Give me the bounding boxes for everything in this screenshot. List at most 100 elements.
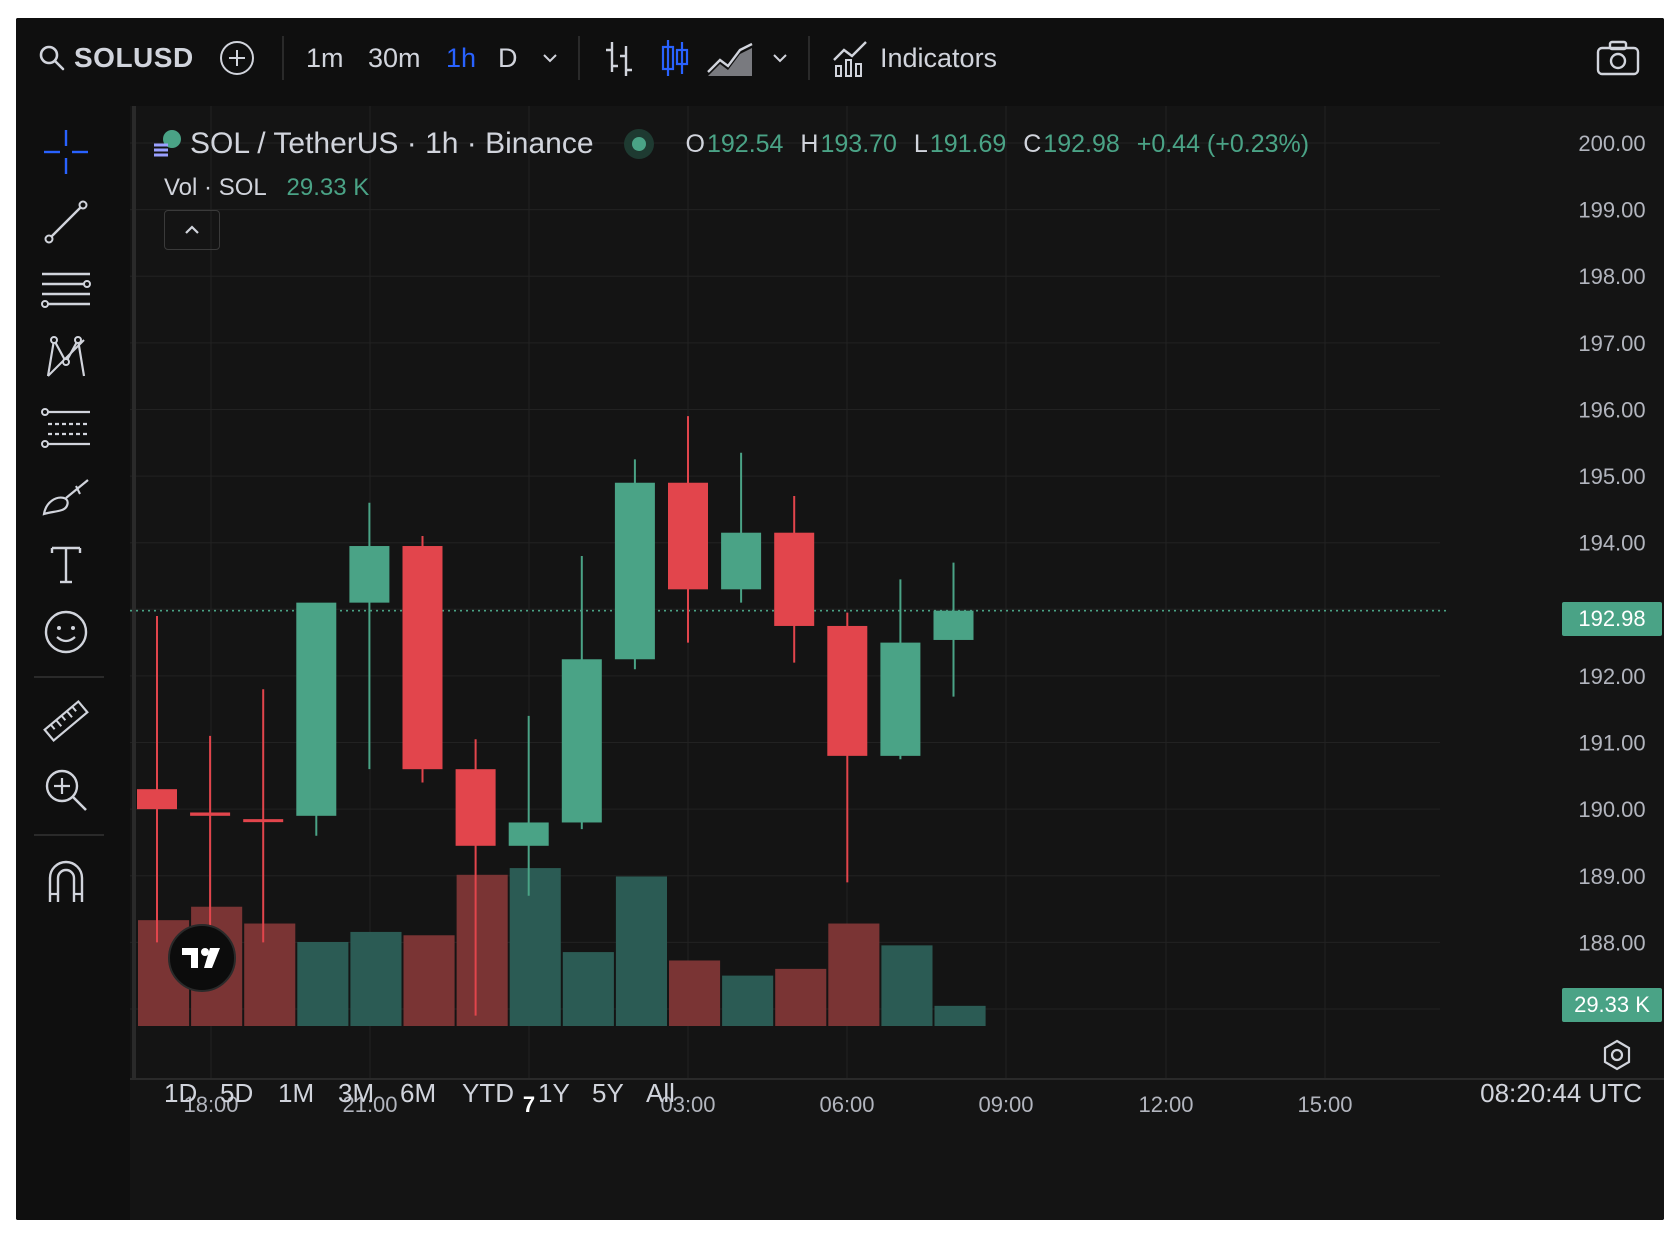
tradingview-logo[interactable]	[168, 924, 236, 992]
time-tick-label: 7	[523, 1092, 535, 1117]
low-value: 191.69	[929, 129, 1007, 158]
low-key: L	[913, 129, 928, 158]
range-6m[interactable]: 6M	[400, 1078, 436, 1109]
volume-bar	[509, 868, 561, 1026]
magnet-icon	[48, 860, 84, 902]
pattern-tool[interactable]	[40, 332, 92, 384]
range-1d[interactable]: 1D	[164, 1078, 197, 1109]
price-tick-label: 194.00	[1578, 531, 1645, 556]
chevron-down-icon	[543, 54, 557, 63]
status-dot-icon	[631, 137, 646, 151]
indicators-icon	[833, 41, 867, 77]
range-1y[interactable]: 1Y	[538, 1078, 570, 1109]
candle-body[interactable]	[402, 546, 443, 770]
price-tick-label: 191.00	[1578, 731, 1645, 756]
candle-body[interactable]	[933, 610, 974, 640]
range-5y[interactable]: 5Y	[592, 1078, 624, 1109]
symbol-legend: SOL / TetherUS · 1h · Binance O192.54 H1…	[150, 122, 1309, 166]
fib-retracement-tool[interactable]	[40, 264, 92, 316]
candle-body[interactable]	[561, 659, 602, 823]
zoom-tool[interactable]	[40, 764, 92, 816]
candles-style-button[interactable]	[658, 38, 692, 78]
volume-bar	[881, 945, 933, 1026]
forecast-lines-icon	[41, 408, 90, 448]
tools-divider	[34, 676, 104, 678]
candle-body[interactable]	[774, 532, 815, 626]
utc-clock[interactable]: 08:20:44 UTC	[1480, 1078, 1642, 1109]
snapshot-button[interactable]	[1596, 38, 1640, 78]
magnet-tool[interactable]	[40, 856, 92, 908]
chart-pane[interactable]: 200.00 199.00 198.00 197.00 196.00 195.00 194.…	[130, 106, 1664, 1220]
settings-gear-icon	[1603, 1039, 1631, 1071]
candle-body[interactable]	[614, 482, 655, 660]
text-icon	[50, 546, 82, 584]
ruler-icon	[43, 699, 89, 743]
volume-bar	[669, 960, 721, 1026]
candle-body[interactable]	[827, 625, 868, 756]
candle-body[interactable]	[668, 482, 708, 590]
trend-line-tool[interactable]	[40, 196, 92, 248]
candle-body[interactable]	[243, 819, 284, 823]
tv-logo-icon	[182, 948, 220, 968]
timeframe-30m[interactable]: 30m	[368, 38, 421, 78]
timeframe-1m[interactable]: 1m	[306, 38, 344, 78]
candle-body[interactable]	[721, 532, 762, 590]
volume-legend: Vol · SOL 29.33 K	[164, 174, 369, 202]
ohlc-values: O192.54 H193.70 L191.69 C192.98 +0.44 (+…	[686, 130, 1310, 159]
timeframe-label: 1m	[306, 42, 344, 73]
price-tick-label: 196.00	[1578, 397, 1645, 422]
bars-icon	[606, 42, 632, 76]
price-chart[interactable]: 200.00 199.00 198.00 197.00 196.00 195.00 194.…	[130, 106, 1664, 1220]
price-tick-label: 188.00	[1578, 930, 1645, 955]
candle-body[interactable]	[455, 769, 496, 846]
candle-body[interactable]	[880, 642, 921, 756]
bar-style-button[interactable]	[602, 38, 636, 78]
text-tool[interactable]	[40, 538, 92, 590]
crosshair-icon	[44, 130, 88, 174]
range-5d[interactable]: 5D	[220, 1078, 253, 1109]
pattern-icon	[46, 336, 86, 377]
timeframe-dropdown[interactable]	[538, 38, 562, 78]
brush-icon	[42, 479, 89, 516]
range-all[interactable]: All	[646, 1078, 675, 1109]
range-3m[interactable]: 3M	[338, 1078, 374, 1109]
close-key: C	[1023, 129, 1042, 158]
horizontal-lines-icon	[41, 272, 91, 308]
forecast-tool[interactable]	[40, 402, 92, 454]
volume-bar	[828, 923, 880, 1026]
search-icon	[39, 45, 65, 71]
candle-body[interactable]	[349, 546, 390, 603]
candle-body[interactable]	[296, 602, 337, 816]
time-tick-label: 12:00	[1138, 1092, 1193, 1117]
candle-body[interactable]	[190, 812, 231, 816]
brush-tool[interactable]	[40, 470, 92, 522]
timeframe-1h[interactable]: 1h	[446, 38, 476, 78]
open-key: O	[685, 129, 705, 158]
collapse-legend-button[interactable]	[164, 210, 220, 250]
symbol-search[interactable]: SOLUSD	[38, 38, 194, 78]
volume-label: Vol · SOL	[164, 174, 266, 201]
chart-type-dropdown[interactable]	[768, 38, 792, 78]
price-tick-label: 199.00	[1578, 198, 1645, 223]
camera-icon	[1596, 40, 1640, 76]
price-tick-label: 197.00	[1578, 331, 1645, 356]
indicators-button[interactable]: Indicators	[832, 38, 997, 78]
range-1m[interactable]: 1M	[278, 1078, 314, 1109]
candle-body[interactable]	[508, 822, 549, 846]
compare-add-button[interactable]	[218, 38, 256, 78]
axis-settings-button[interactable]	[1600, 1038, 1634, 1077]
crosshair-tool[interactable]	[40, 126, 92, 178]
last-price-label: 192.98	[1562, 602, 1662, 636]
range-ytd[interactable]: YTD	[462, 1078, 514, 1109]
market-status-dot[interactable]	[623, 129, 654, 159]
area-style-button[interactable]	[706, 38, 754, 78]
volume-bar	[297, 942, 349, 1026]
measure-tool[interactable]	[40, 696, 92, 748]
open-value: 192.54	[707, 129, 784, 158]
timeframe-d[interactable]: D	[498, 38, 518, 78]
volume-bar	[244, 923, 296, 1026]
volume-bar	[403, 935, 455, 1026]
timeframe-label: 30m	[368, 42, 421, 73]
candle-body[interactable]	[137, 789, 177, 810]
emoji-tool[interactable]	[40, 606, 92, 658]
